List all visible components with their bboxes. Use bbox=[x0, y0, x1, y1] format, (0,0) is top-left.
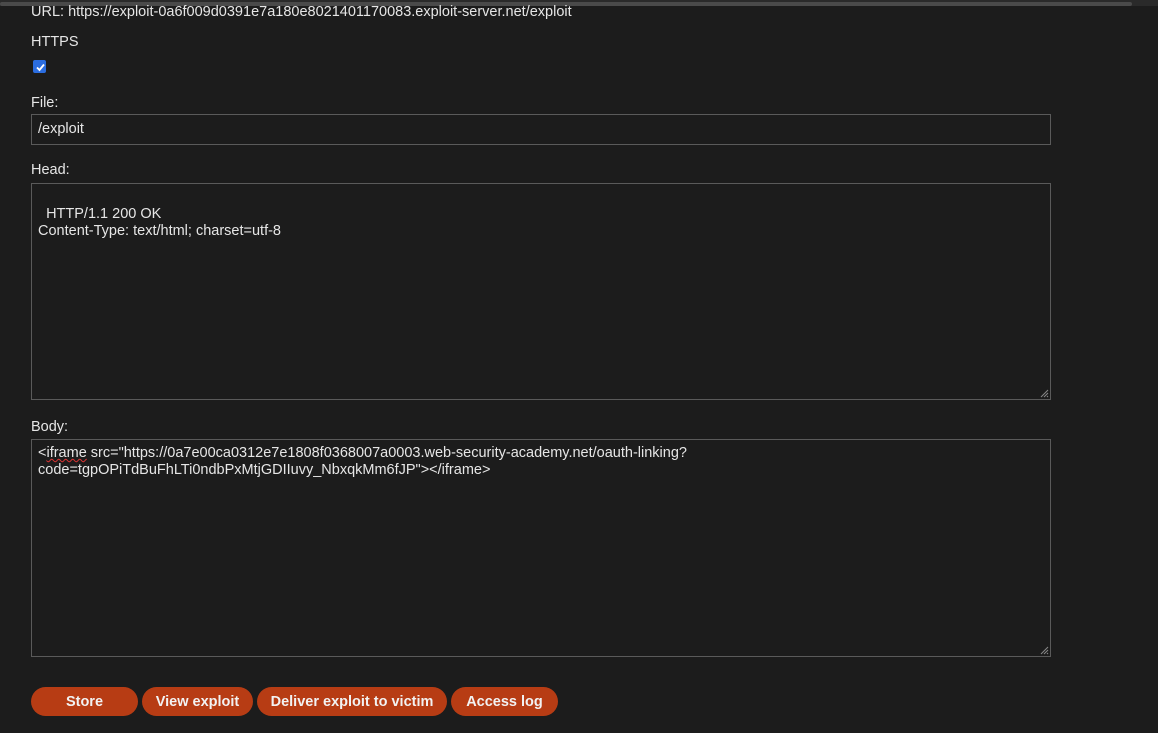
head-textarea[interactable]: HTTP/1.1 200 OK Content-Type: text/html;… bbox=[31, 183, 1051, 400]
body-text: src="https://0a7e00ca0312e7e1808f0368007… bbox=[38, 445, 687, 478]
https-checkbox[interactable] bbox=[33, 60, 46, 73]
file-input[interactable]: /exploit bbox=[31, 114, 1051, 145]
spellcheck-word: iframe bbox=[46, 445, 87, 461]
file-label: File: bbox=[31, 95, 59, 111]
https-label: HTTPS bbox=[31, 34, 79, 50]
checkmark-icon bbox=[36, 63, 45, 72]
body-textarea[interactable]: <iframe src="https://0a7e00ca0312e7e1808… bbox=[31, 439, 1051, 657]
access-log-button[interactable]: Access log bbox=[451, 687, 558, 716]
body-label: Body: bbox=[31, 419, 69, 435]
view-exploit-button[interactable]: View exploit bbox=[142, 687, 253, 716]
resize-handle-icon[interactable] bbox=[1039, 388, 1049, 398]
deliver-exploit-button[interactable]: Deliver exploit to victim bbox=[257, 687, 447, 716]
exploit-url: URL: https://exploit-0a6f009d0391e7a180e… bbox=[31, 4, 572, 20]
resize-handle-icon[interactable] bbox=[1039, 645, 1049, 655]
store-button[interactable]: Store bbox=[31, 687, 138, 716]
head-label: Head: bbox=[31, 162, 70, 178]
head-text: HTTP/1.1 200 OK Content-Type: text/html;… bbox=[38, 206, 281, 239]
